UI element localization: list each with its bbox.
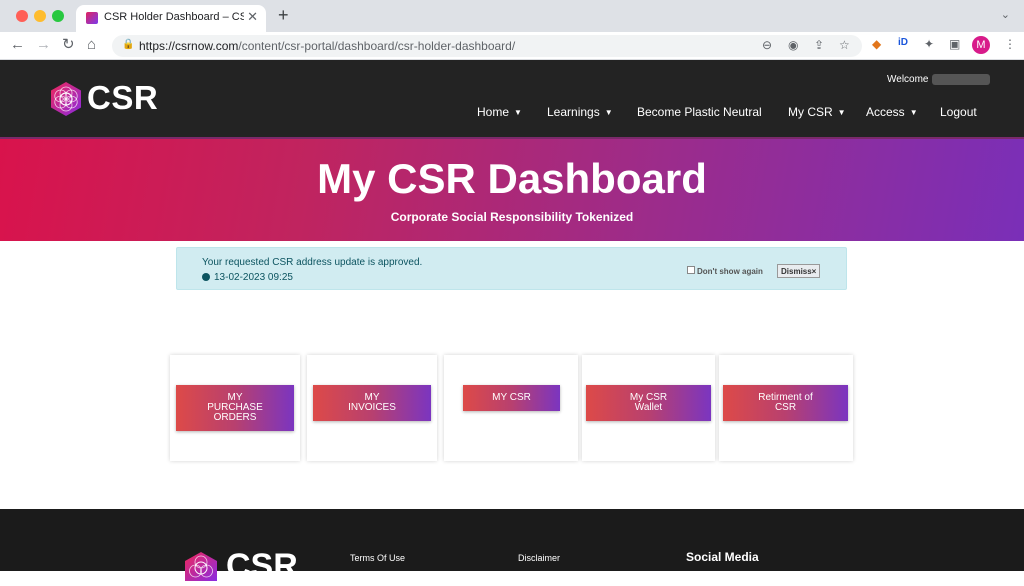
- back-icon[interactable]: ←: [10, 36, 25, 54]
- metamask-extension-icon[interactable]: ◆: [872, 37, 881, 51]
- hero-banner: My CSR Dashboard Corporate Social Respon…: [0, 139, 1024, 241]
- page-title: My CSR Dashboard: [317, 155, 707, 202]
- tab-title: CSR Holder Dashboard – CSRnow: [104, 11, 244, 23]
- id-extension-icon[interactable]: iD: [898, 37, 908, 48]
- alert-timestamp: 13-02-2023 09:25: [202, 272, 293, 283]
- card-retirement: Retirment of CSR: [719, 355, 853, 461]
- caret-down-icon: ▼: [604, 108, 613, 117]
- nav-access-label: Access: [866, 105, 905, 119]
- profile-avatar[interactable]: M: [972, 36, 990, 54]
- share-icon[interactable]: ⇪: [814, 38, 824, 52]
- browser-tab-bar: CSR Holder Dashboard – CSRnow ✕ + ⌄: [0, 0, 1024, 32]
- browser-tab-active[interactable]: CSR Holder Dashboard – CSRnow ✕: [76, 5, 266, 32]
- nav-become-plastic-neutral[interactable]: Become Plastic Neutral: [637, 105, 762, 119]
- alert-message: Your requested CSR address update is app…: [202, 257, 423, 268]
- lock-icon: 🔒: [122, 39, 135, 50]
- browser-menu-icon[interactable]: ⋮: [1004, 37, 1016, 51]
- window-zoom-button[interactable]: [52, 10, 64, 22]
- side-panel-icon[interactable]: ▣: [949, 37, 960, 51]
- site-favicon-icon: [86, 12, 98, 24]
- forward-icon[interactable]: →: [36, 36, 51, 54]
- clock-icon: [202, 273, 210, 281]
- nav-my-csr-label: My CSR: [788, 105, 833, 119]
- retirement-of-csr-button[interactable]: Retirment of CSR: [723, 385, 848, 421]
- card-purchase-orders: MY PURCHASE ORDERS: [170, 355, 300, 461]
- footer-social-heading: Social Media: [686, 550, 759, 564]
- new-tab-button[interactable]: +: [278, 5, 289, 26]
- nav-home-label: Home: [477, 105, 510, 119]
- window-close-button[interactable]: [16, 10, 28, 22]
- card-csr-wallet: My CSR Wallet: [582, 355, 715, 461]
- footer-disclaimer-link[interactable]: Disclaimer: [518, 553, 560, 563]
- dismiss-button[interactable]: Dismiss×: [777, 264, 821, 278]
- site-header: CSR Welcome Home ▼ Learnings ▼ Become Plas…: [0, 60, 1024, 138]
- zoom-icon[interactable]: ⊖: [762, 38, 772, 52]
- footer-logo-text: CSR: [226, 547, 298, 585]
- card-invoices: MY INVOICES: [307, 355, 437, 461]
- window-minimize-button[interactable]: [34, 10, 46, 22]
- my-csr-button[interactable]: MY CSR: [463, 385, 560, 411]
- dont-show-again-checkbox[interactable]: Don't show again: [687, 266, 763, 276]
- welcome-username-redacted: [932, 74, 990, 85]
- footer-terms-link[interactable]: Terms Of Use: [350, 553, 405, 563]
- url-path: /content/csr-portal/dashboard/csr-holder…: [238, 39, 516, 53]
- card-my-csr: MY CSR: [444, 355, 578, 461]
- extensions-puzzle-icon[interactable]: ✦: [924, 37, 934, 51]
- reload-icon[interactable]: ↻: [62, 36, 75, 54]
- eye-icon[interactable]: ◉: [788, 38, 798, 52]
- csr-logo-icon[interactable]: [50, 81, 82, 117]
- nav-access[interactable]: Access ▼: [866, 105, 918, 119]
- dont-show-again-label: Don't show again: [697, 267, 763, 276]
- url-text[interactable]: https://csrnow.com/content/csr-portal/da…: [139, 39, 515, 53]
- tab-close-icon[interactable]: ✕: [247, 9, 258, 25]
- nav-my-csr[interactable]: My CSR ▼: [788, 105, 846, 119]
- browser-toolbar: ← → ↻ ⌂ 🔒 https://csrnow.com/content/csr…: [0, 32, 1024, 60]
- nav-logout[interactable]: Logout: [940, 105, 977, 119]
- url-host: https://csrnow.com: [139, 39, 239, 53]
- nav-learnings[interactable]: Learnings ▼: [547, 105, 613, 119]
- caret-down-icon: ▼: [837, 108, 846, 117]
- tab-search-chevron-icon[interactable]: ⌄: [1001, 8, 1010, 21]
- page-subtitle: Corporate Social Responsibility Tokenize…: [390, 210, 634, 224]
- home-icon[interactable]: ⌂: [87, 36, 96, 54]
- purchase-orders-button[interactable]: MY PURCHASE ORDERS: [176, 385, 294, 431]
- checkbox-icon[interactable]: [687, 266, 695, 274]
- address-bar[interactable]: 🔒 https://csrnow.com/content/csr-portal/…: [112, 35, 862, 57]
- csr-wallet-button[interactable]: My CSR Wallet: [586, 385, 711, 421]
- invoices-button[interactable]: MY INVOICES: [313, 385, 431, 421]
- nav-learnings-label: Learnings: [547, 105, 600, 119]
- notification-alert: Your requested CSR address update is app…: [176, 247, 847, 290]
- site-footer: CSR Terms Of Use Disclaimer Social Media: [0, 509, 1024, 585]
- footer-csr-logo-icon: [185, 552, 217, 581]
- bookmark-star-icon[interactable]: ☆: [839, 38, 850, 52]
- alert-timestamp-text: 13-02-2023 09:25: [214, 272, 293, 283]
- logo-text[interactable]: CSR: [87, 79, 158, 117]
- caret-down-icon: ▼: [909, 108, 918, 117]
- nav-home[interactable]: Home ▼: [477, 105, 522, 119]
- caret-down-icon: ▼: [514, 108, 522, 117]
- welcome-label: Welcome: [887, 74, 929, 85]
